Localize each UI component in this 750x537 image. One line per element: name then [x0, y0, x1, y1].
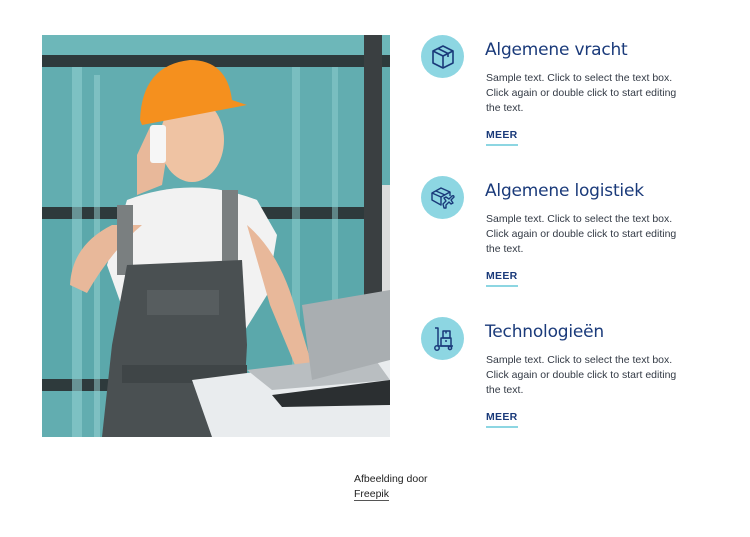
more-link[interactable]: MEER: [486, 270, 518, 287]
feature-icon-circle: [421, 176, 464, 219]
feature-description[interactable]: Sample text. Click to select the text bo…: [486, 353, 686, 398]
feature-title: Technologieën: [485, 322, 604, 342]
feature-title: Algemene vracht: [485, 40, 628, 60]
box-airplane-icon: [430, 186, 455, 209]
feature-description[interactable]: Sample text. Click to select the text bo…: [486, 212, 686, 257]
image-credit: Afbeelding door Freepik: [354, 472, 428, 502]
more-link[interactable]: MEER: [486, 411, 518, 428]
box-icon: [431, 44, 454, 69]
worker-photo: [42, 35, 390, 437]
feature-icon-circle: [421, 35, 464, 78]
worker-photo-illustration: [42, 35, 390, 437]
freepik-link[interactable]: Freepik: [354, 488, 390, 501]
feature-description[interactable]: Sample text. Click to select the text bo…: [486, 71, 686, 116]
feature-title: Algemene logistiek: [485, 181, 644, 201]
hand-truck-icon: [433, 326, 453, 351]
more-link[interactable]: MEER: [486, 129, 518, 146]
credit-prefix: Afbeelding door: [354, 473, 428, 485]
feature-icon-circle: [421, 317, 464, 360]
